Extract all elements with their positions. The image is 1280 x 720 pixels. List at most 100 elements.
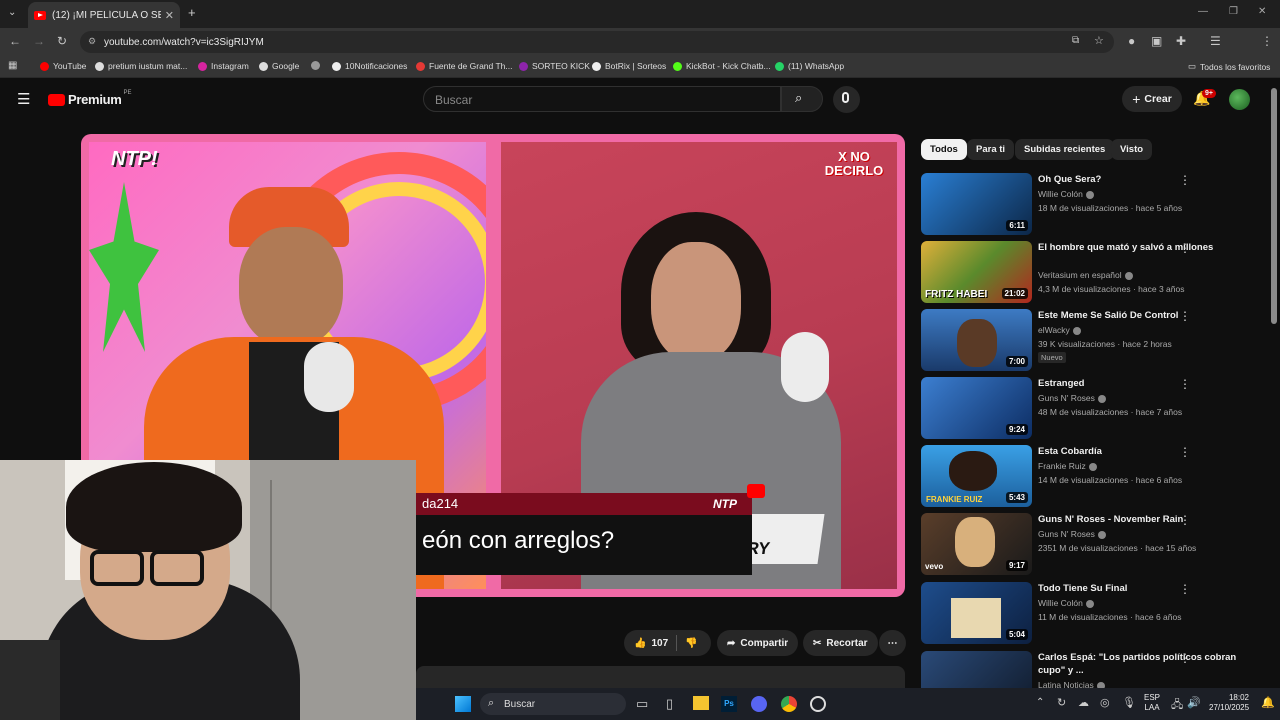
recommendation-item[interactable]: 7:00 Este Meme Se Salió De Control elWac… <box>921 309 1261 373</box>
video-title[interactable]: Guns N' Roses - November Rain <box>1038 513 1243 526</box>
more-options-icon[interactable]: ⋮ <box>1179 445 1191 459</box>
recommendation-item[interactable]: FRANKIE RUIZ 5:43 Esta Cobardía Frankie … <box>921 445 1261 509</box>
clip-button[interactable]: ✂ Recortar <box>803 630 878 656</box>
more-options-icon[interactable]: ⋮ <box>1179 241 1191 255</box>
more-options-icon[interactable]: ⋮ <box>1179 582 1191 596</box>
video-thumbnail[interactable]: 6:11 <box>921 173 1032 235</box>
close-window-icon[interactable]: ✕ <box>1258 6 1266 17</box>
channel-name[interactable]: Latina Noticias <box>1038 680 1105 688</box>
more-options-icon[interactable]: ⋮ <box>1179 377 1191 391</box>
volume-icon[interactable]: 🔊 <box>1187 696 1201 709</box>
dislike-icon[interactable]: 👎 <box>685 638 697 649</box>
recommendation-item[interactable]: FRITZ HABEI 21:02 El hombre que mató y s… <box>921 241 1261 305</box>
photoshop-icon[interactable]: Ps <box>721 696 737 712</box>
clock[interactable]: 18:02 27/10/2025 <box>1209 693 1249 713</box>
like-icon[interactable]: 👍 <box>634 638 646 649</box>
bookmark-fuente[interactable]: Fuente de Grand Th... <box>416 61 512 71</box>
task-view-icon[interactable]: ▭ <box>636 696 648 712</box>
share-button[interactable]: ➦ Compartir <box>717 630 799 656</box>
network-icon[interactable]: 🖧 <box>1171 696 1183 715</box>
video-thumbnail[interactable] <box>921 651 1032 688</box>
file-explorer-icon[interactable] <box>693 696 709 710</box>
chip-todos[interactable]: Todos <box>921 139 967 160</box>
tray-icon[interactable]: ↻ <box>1057 696 1066 709</box>
address-bar[interactable]: ⚙ youtube.com/watch?v=ic3SigRIJYM ⧉ ☆ <box>80 31 1114 53</box>
more-options-icon[interactable]: ⋮ <box>1179 513 1191 527</box>
bookmark-botrix[interactable]: BotRix | Sorteos <box>592 61 666 71</box>
voice-search-button[interactable] <box>833 86 860 113</box>
bookmark-kickbot[interactable]: KickBot - Kick Chatb... <box>673 61 771 71</box>
channel-name[interactable]: Willie Colón <box>1038 598 1094 608</box>
tab-search-icon[interactable]: ⌄ <box>8 7 16 18</box>
video-title[interactable]: Este Meme Se Salió De Control <box>1038 309 1243 322</box>
video-thumbnail[interactable]: 5:04 <box>921 582 1032 644</box>
more-actions-button[interactable]: ⋯ <box>879 630 906 656</box>
like-count[interactable]: 107 <box>651 638 668 649</box>
hamburger-menu-icon[interactable]: ☰ <box>17 90 30 108</box>
video-thumbnail[interactable]: FRANKIE RUIZ 5:43 <box>921 445 1032 507</box>
discord-icon[interactable] <box>751 696 767 712</box>
description-box[interactable] <box>416 666 905 688</box>
search-input[interactable]: Buscar <box>423 86 781 112</box>
video-thumbnail[interactable]: 7:00 <box>921 309 1032 371</box>
bookmark-google[interactable]: Google <box>259 61 299 71</box>
site-info-icon[interactable]: ⚙ <box>88 36 96 47</box>
video-title[interactable]: El hombre que mató y salvó a millones <box>1038 241 1243 254</box>
menu-kebab-icon[interactable]: ⋮ <box>1261 34 1273 48</box>
globe-icon[interactable] <box>311 61 320 72</box>
new-tab-button[interactable]: + <box>188 5 196 20</box>
more-options-icon[interactable]: ⋮ <box>1179 309 1191 323</box>
browser-tab[interactable]: (12) ¡MI PELÍCULA O SERIE FAVORITA ✕ <box>28 2 180 28</box>
youtube-premium-logo[interactable]: Premium PE <box>48 90 132 107</box>
channel-name[interactable]: elWacky <box>1038 325 1081 335</box>
more-options-icon[interactable]: ⋮ <box>1179 173 1191 187</box>
bookmark-sorteo-kick[interactable]: SORTEO KICK <box>519 61 590 71</box>
reading-list-icon[interactable]: ☰ <box>1210 34 1221 48</box>
recommendation-item[interactable]: Carlos Espá: "Los partidos políticos cob… <box>921 651 1261 688</box>
minimize-icon[interactable]: — <box>1198 6 1208 17</box>
video-thumbnail[interactable]: vevo 9:17 <box>921 513 1032 575</box>
tray-app-icon[interactable]: ◎ <box>1100 696 1110 709</box>
bookmark-x[interactable]: 10Notificaciones <box>332 61 407 71</box>
video-title[interactable]: Esta Cobardía <box>1038 445 1243 458</box>
chip-subidas-recientes[interactable]: Subidas recientes <box>1015 139 1115 160</box>
language-indicator[interactable]: ESP LAA <box>1144 693 1160 713</box>
taskbar-search[interactable]: ⌕ Buscar <box>480 693 626 715</box>
cloud-icon[interactable]: ☁ <box>1078 696 1089 709</box>
recommendation-item[interactable]: 5:04 Todo Tiene Su Final Willie Colón 11… <box>921 582 1261 646</box>
page-scrollbar[interactable] <box>1271 88 1277 324</box>
create-button[interactable]: + Crear <box>1122 86 1182 112</box>
chip-visto[interactable]: Visto <box>1111 139 1153 160</box>
channel-name[interactable]: Guns N' Roses <box>1038 393 1106 403</box>
bookmark-youtube[interactable]: YouTube <box>40 61 86 71</box>
chip-para-ti[interactable]: Para ti <box>967 139 1015 160</box>
video-title[interactable]: Estranged <box>1038 377 1243 390</box>
video-title[interactable]: Todo Tiene Su Final <box>1038 582 1243 595</box>
recommendation-item[interactable]: 9:24 Estranged Guns N' Roses 48 M de vis… <box>921 377 1261 441</box>
reload-icon[interactable]: ↻ <box>57 34 67 48</box>
bookmark-pretium[interactable]: pretium iustum mat... <box>95 61 187 71</box>
app-circle-icon[interactable] <box>810 696 826 712</box>
more-options-icon[interactable]: ⋮ <box>1179 651 1191 665</box>
video-thumbnail[interactable]: 9:24 <box>921 377 1032 439</box>
channel-name[interactable]: Willie Colón <box>1038 189 1094 199</box>
channel-name[interactable]: Frankie Ruiz <box>1038 461 1097 471</box>
maximize-icon[interactable]: ❐ <box>1229 6 1238 17</box>
tray-chevron-icon[interactable]: ⌃ <box>1036 697 1044 708</box>
recommendation-item[interactable]: 6:11 Oh Que Sera? Willie Colón 18 M de v… <box>921 173 1261 237</box>
extensions-puzzle-icon[interactable]: ✚ <box>1176 34 1186 48</box>
windows-start-icon[interactable] <box>455 696 471 712</box>
channel-name[interactable]: Guns N' Roses <box>1038 529 1106 539</box>
all-bookmarks[interactable]: ▭ Todos los favoritos <box>1188 61 1270 72</box>
search-button[interactable]: ⌕ <box>781 86 823 112</box>
video-title[interactable]: Carlos Espá: "Los partidos políticos cob… <box>1038 651 1243 677</box>
video-thumbnail[interactable]: FRITZ HABEI 21:02 <box>921 241 1032 303</box>
video-title[interactable]: Oh Que Sera? <box>1038 173 1243 186</box>
recommendation-item[interactable]: vevo 9:17 Guns N' Roses - November Rain … <box>921 513 1261 577</box>
channel-name[interactable]: Veritasium en español <box>1038 270 1133 280</box>
forward-icon[interactable]: → <box>33 34 45 48</box>
app-icon[interactable]: ▯ <box>666 696 673 712</box>
bookmark-instagram[interactable]: Instagram <box>198 61 249 71</box>
chrome-icon[interactable] <box>781 696 797 712</box>
account-avatar[interactable] <box>1229 89 1250 110</box>
